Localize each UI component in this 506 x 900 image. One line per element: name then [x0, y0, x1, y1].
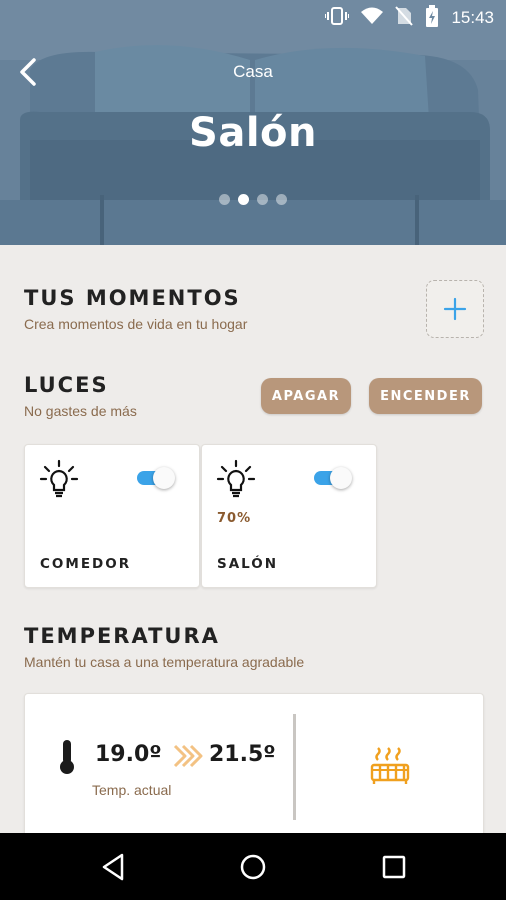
- target-temperature: 21.5º: [209, 742, 276, 767]
- system-navigation-bar: [0, 833, 506, 900]
- circle-home-icon: [240, 854, 266, 880]
- page-dot-active[interactable]: [238, 194, 249, 205]
- wifi-icon: [361, 7, 384, 29]
- lightbulb-icon: [216, 459, 256, 498]
- lights-on-button[interactable]: ENCENDER: [369, 378, 482, 414]
- light-toggle[interactable]: [137, 467, 177, 489]
- status-bar: 15:43: [0, 0, 506, 36]
- light-card-comedor[interactable]: COMEDOR: [24, 444, 200, 588]
- page-indicator[interactable]: [0, 194, 506, 205]
- light-card-salon[interactable]: 70% SALÓN: [201, 444, 377, 588]
- lightbulb-icon: [39, 459, 79, 498]
- nav-recents-button[interactable]: [376, 849, 412, 885]
- home-name: Casa: [233, 62, 273, 81]
- room-title: Salón: [189, 110, 317, 156]
- light-room-label: COMEDOR: [40, 556, 132, 572]
- light-toggle[interactable]: [314, 467, 354, 489]
- moments-subtitle: Crea momentos de vida en tu hogar: [24, 316, 248, 332]
- light-level: 70%: [217, 511, 252, 526]
- thermostat-divider: [293, 714, 296, 820]
- toggle-knob: [330, 467, 352, 489]
- radiator-icon[interactable]: [369, 746, 411, 786]
- moments-title: TUS MOMENTOS: [24, 286, 241, 310]
- temperature-subtitle: Mantén tu casa a una temperatura agradab…: [24, 654, 305, 670]
- lights-title: LUCES: [24, 373, 109, 397]
- light-room-label: SALÓN: [217, 556, 279, 572]
- page-dot[interactable]: [276, 194, 287, 205]
- status-time: 15:43: [451, 8, 494, 27]
- add-moment-button[interactable]: [426, 280, 484, 338]
- page-dot[interactable]: [219, 194, 230, 205]
- temperature-title: TEMPERATURA: [24, 624, 220, 648]
- thermometer-icon: [60, 740, 74, 774]
- lights-off-button[interactable]: APAGAR: [261, 378, 351, 414]
- thermostat-card[interactable]: 19.0º 21.5º Temp. actual: [24, 693, 484, 853]
- page-dot[interactable]: [257, 194, 268, 205]
- current-temperature: 19.0º: [95, 742, 162, 767]
- toggle-knob: [153, 467, 175, 489]
- room-header: 15:43 Casa Salón: [0, 0, 506, 245]
- double-chevron-right-icon: [173, 744, 203, 768]
- current-temperature-label: Temp. actual: [92, 782, 172, 798]
- plus-icon: [443, 297, 467, 321]
- nav-home-button[interactable]: [235, 849, 271, 885]
- triangle-back-icon: [102, 853, 124, 881]
- square-recents-icon: [382, 855, 406, 879]
- nav-back-button[interactable]: [96, 849, 132, 885]
- vibrate-icon: [324, 6, 351, 30]
- no-sim-icon: [395, 6, 414, 30]
- battery-charging-icon: [425, 5, 439, 31]
- lights-subtitle: No gastes de más: [24, 403, 137, 419]
